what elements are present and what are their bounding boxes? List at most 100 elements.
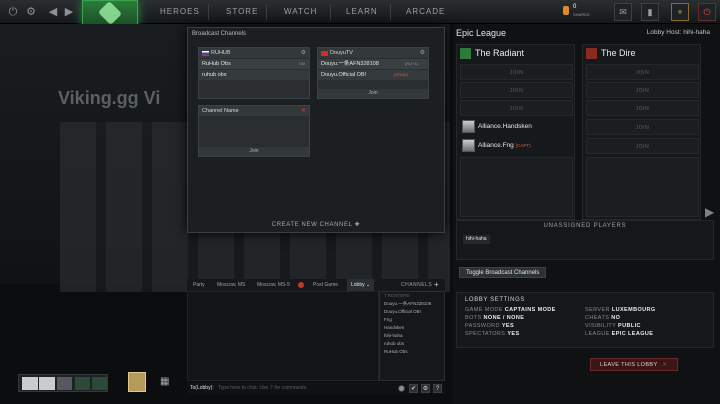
emote-icon[interactable] bbox=[398, 385, 405, 392]
setting-visibility: VISIBILITY PUBLIC bbox=[585, 323, 641, 329]
chat-channel-list: 7 ROSTERS Douyu.一条AFN328108 Douyu.Offici… bbox=[379, 291, 445, 381]
broadcaster-row[interactable]: Douyu.一条AFN328108 (RU+1) bbox=[318, 59, 428, 69]
setting-cheats: CHEATS NO bbox=[585, 315, 621, 321]
team-radiant: The Radiant JOIN JOIN JOIN Alliance.Hand… bbox=[456, 44, 575, 220]
join-slot[interactable]: JOIN bbox=[586, 100, 699, 116]
party-slots bbox=[18, 374, 108, 392]
join-slot[interactable]: JOIN bbox=[586, 119, 699, 135]
tab-moscow-ms[interactable]: Moscow, MS bbox=[217, 279, 245, 291]
join-slot[interactable]: JOIN bbox=[586, 64, 699, 80]
channel-name: Channel Name bbox=[202, 108, 239, 114]
chat-tabs: Party Moscow, MS Moscow, MS-9 Post Game … bbox=[187, 279, 445, 291]
nav-learn[interactable]: LEARN bbox=[346, 0, 378, 24]
setting-spectators: SPECTATORS YES bbox=[465, 331, 520, 337]
settings-icon[interactable]: ⚙ bbox=[421, 384, 430, 393]
join-button[interactable]: Join bbox=[318, 89, 428, 98]
rank-icon[interactable] bbox=[128, 372, 146, 392]
nav-watch[interactable]: WATCH bbox=[284, 0, 317, 24]
forward-arrow-icon[interactable]: ▶ bbox=[62, 5, 76, 19]
top-bar: ⏻ ⚙ ◀ ▶ HEROES STORE WATCH LEARN ARCADE … bbox=[0, 0, 720, 26]
back-arrow-icon[interactable]: ◀ bbox=[46, 5, 60, 19]
list-item[interactable]: RuHub Obs bbox=[380, 348, 444, 356]
nav-heroes[interactable]: HEROES bbox=[160, 0, 200, 24]
gear-icon[interactable]: ⚙ bbox=[301, 48, 306, 58]
join-slot[interactable]: JOIN bbox=[460, 100, 573, 116]
channel-ruhub[interactable]: RUHUB ⚙ RuHub Obs CM ruhub obs bbox=[198, 47, 310, 99]
leave-lobby-button[interactable]: LEAVE THIS LOBBY ✕ bbox=[590, 358, 678, 371]
nav-store[interactable]: STORE bbox=[226, 0, 258, 24]
power-icon[interactable]: ⏻ bbox=[698, 3, 716, 21]
avatar bbox=[462, 120, 475, 133]
plus-icon: ✚ bbox=[354, 222, 361, 228]
setting-game-mode: GAME MODE CAPTAINS MODE bbox=[465, 307, 556, 313]
mail-icon[interactable]: ✉ bbox=[614, 3, 632, 21]
unassigned-players: UNASSIGNED PLAYERS hihi-haha bbox=[456, 220, 714, 260]
join-slot[interactable]: JOIN bbox=[460, 82, 573, 98]
settings-title: LOBBY SETTINGS bbox=[465, 297, 525, 303]
broadcaster-row[interactable]: ruhub obs bbox=[199, 70, 309, 80]
create-channel-button[interactable]: CREATE NEW CHANNEL ✚ bbox=[188, 221, 444, 228]
unassigned-player[interactable]: hihi-haha bbox=[463, 235, 490, 244]
plus-icon[interactable]: + bbox=[671, 3, 689, 21]
chat-input-bar[interactable]: To(Lobby): Type here to chat. Use '/' fo… bbox=[187, 382, 445, 394]
setting-bots: BOTS NONE / NONE bbox=[465, 315, 525, 321]
check-icon[interactable]: ✔ bbox=[409, 384, 418, 393]
add-channel-icon[interactable]: + bbox=[434, 279, 439, 291]
list-item: 7 ROSTERS bbox=[384, 293, 410, 298]
nav-arcade[interactable]: ARCADE bbox=[406, 0, 445, 24]
dota-home-button[interactable] bbox=[82, 0, 138, 26]
captain-tag: (CAPT) bbox=[515, 143, 531, 148]
dire-icon bbox=[586, 48, 597, 59]
list-item[interactable]: ruhub obs bbox=[380, 340, 444, 348]
broadcast-channels-panel: Broadcast Channels RUHUB ⚙ RuHub Obs CM r… bbox=[187, 27, 445, 233]
list-item[interactable]: Douyu.一条AFN328108 bbox=[380, 300, 444, 308]
shards-icon bbox=[563, 6, 569, 15]
help-icon[interactable]: ? bbox=[433, 384, 442, 393]
setting-server: SERVER LUXEMBOURG bbox=[585, 307, 656, 313]
gear-icon[interactable]: ⚙ bbox=[24, 5, 38, 19]
tab-lobby[interactable]: Lobby ⌄ bbox=[347, 279, 375, 291]
gear-icon[interactable]: ⚙ bbox=[420, 48, 425, 58]
avatar[interactable] bbox=[57, 377, 72, 390]
channel-name: DouyuTV bbox=[330, 50, 353, 56]
list-item[interactable]: Fng bbox=[380, 316, 444, 324]
inventory-icon[interactable]: ▮ bbox=[641, 3, 659, 21]
avatar bbox=[462, 139, 475, 152]
player-row[interactable]: Alliance.Handsken bbox=[462, 119, 532, 135]
list-item[interactable]: hihi-haha bbox=[380, 332, 444, 340]
grid-icon[interactable]: ▦ bbox=[160, 376, 169, 387]
channel-new[interactable]: Channel Name ✕ Join bbox=[198, 105, 310, 157]
tab-party[interactable]: Party bbox=[193, 279, 205, 291]
join-slot[interactable]: JOIN bbox=[586, 138, 699, 154]
list-item[interactable]: Douyu.Official OB! bbox=[380, 308, 444, 316]
tab-moscow-ms9[interactable]: Moscow, MS-9 bbox=[257, 279, 290, 291]
invite-slot[interactable] bbox=[92, 377, 107, 390]
tab-post-game[interactable]: Post Game bbox=[313, 279, 338, 291]
list-item[interactable]: Handsken bbox=[380, 324, 444, 332]
russia-flag-icon bbox=[202, 51, 209, 56]
join-slot[interactable]: JOIN bbox=[460, 64, 573, 80]
ruhub-logo bbox=[22, 377, 38, 390]
china-flag-icon bbox=[321, 51, 328, 56]
join-slot[interactable]: JOIN bbox=[586, 82, 699, 98]
invite-slot[interactable] bbox=[75, 377, 90, 390]
broadcaster-row[interactable]: Douyu.Official OB! (GRAD) bbox=[318, 70, 428, 80]
notification-badge bbox=[298, 282, 304, 288]
broadcaster-row[interactable]: RuHub Obs CM bbox=[199, 59, 309, 69]
empty-slot-area bbox=[586, 157, 699, 217]
unassigned-title: UNASSIGNED PLAYERS bbox=[543, 223, 627, 229]
channel-douyutv[interactable]: DouyuTV ⚙ Douyu.一条AFN328108 (RU+1) Douyu.… bbox=[317, 47, 429, 99]
close-icon[interactable]: ✕ bbox=[301, 106, 306, 116]
lobby-settings: LOBBY SETTINGS GAME MODE CAPTAINS MODE B… bbox=[456, 292, 714, 348]
exit-icon[interactable]: ⏻ bbox=[6, 5, 20, 19]
toggle-broadcast-button[interactable]: Toggle Broadcast Channels bbox=[459, 267, 547, 278]
lobby-panel: Epic League Lobby Host: hihi-haha The Ra… bbox=[453, 24, 720, 404]
dota-logo-icon bbox=[97, 0, 123, 26]
player-row[interactable]: Alliance.Fng (CAPT) bbox=[462, 138, 531, 154]
close-icon: ✕ bbox=[662, 362, 668, 368]
join-button[interactable]: Join bbox=[199, 147, 309, 156]
chevron-right-icon[interactable]: ▶ bbox=[705, 205, 714, 219]
lobby-title: Epic League bbox=[456, 28, 507, 38]
chat-log[interactable] bbox=[187, 291, 379, 381]
chevron-down-icon: ⌄ bbox=[366, 282, 371, 288]
